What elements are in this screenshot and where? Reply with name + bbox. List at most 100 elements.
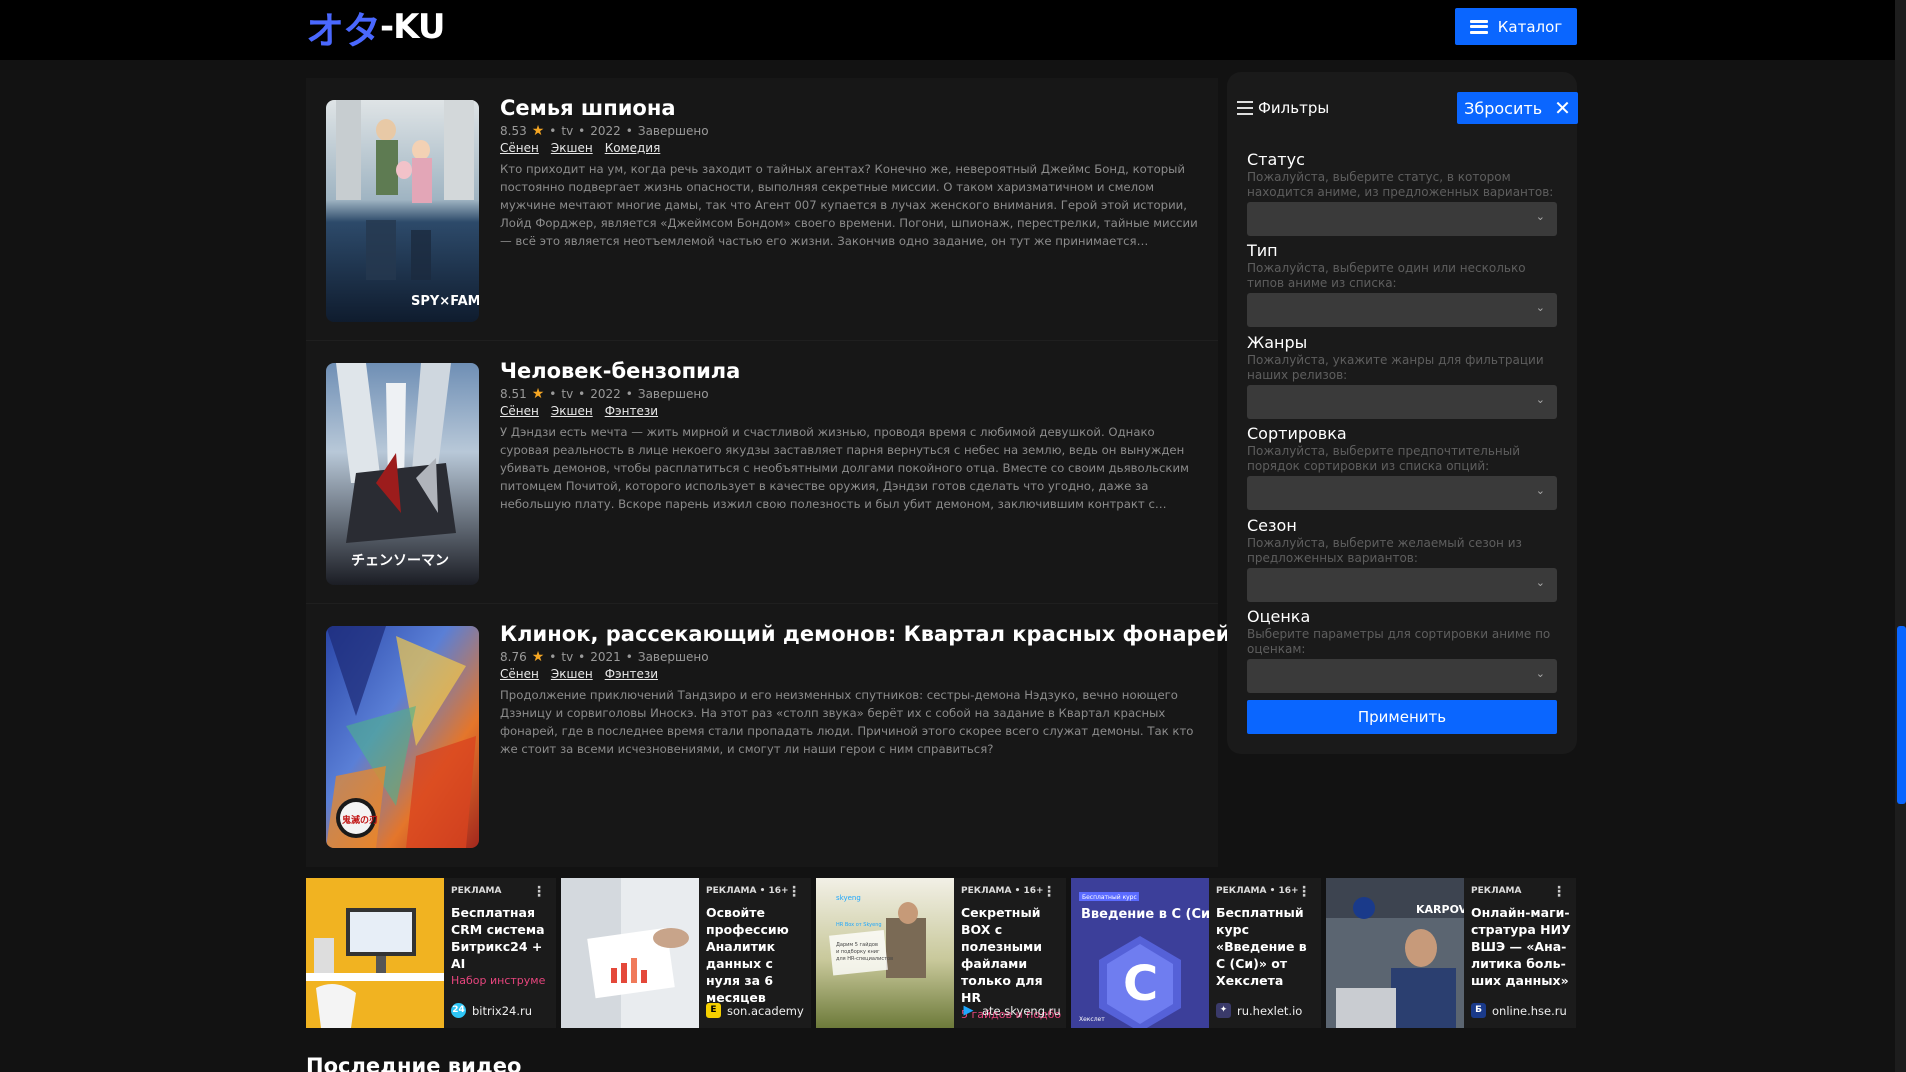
filter-hint: Пожалуйста, выберите один или несколько … (1247, 261, 1526, 290)
star-icon: ★ (531, 649, 545, 665)
ad-site[interactable]: ✦ ru.hexlet.io (1216, 1003, 1302, 1018)
anime-meta: 8.53 ★ • tv • 2022 • Завершено (500, 123, 709, 139)
ad-site-label: ate.skyeng.ru (982, 1003, 1061, 1018)
ad-site[interactable]: 24 bitrix24.ru (451, 1003, 532, 1018)
more-options-icon[interactable]: ⋮ (787, 884, 801, 900)
svg-text:C: C (1123, 956, 1158, 1012)
rating-value: 8.76 (500, 650, 527, 664)
rating-value: 8.53 (500, 124, 527, 138)
filter-label: Сортировка (1247, 424, 1347, 443)
logo-ku: -KU (380, 7, 445, 47)
ad-image: Бесплатный курс Введение в С (Си) C Хекс… (1071, 878, 1216, 1028)
genre-link[interactable]: Сёнен (500, 667, 539, 681)
genre-link[interactable]: Экшен (551, 141, 593, 155)
site-logo[interactable]: オタ -KU (306, 2, 445, 53)
scrollbar-thumb[interactable] (1897, 626, 1906, 804)
genre-link[interactable]: Экшен (551, 404, 593, 418)
chevron-down-icon: ⌄ (1535, 667, 1545, 680)
more-options-icon[interactable]: ⋮ (1552, 884, 1566, 900)
more-options-icon[interactable]: ⋮ (532, 884, 546, 900)
chevron-down-icon: ⌄ (1535, 484, 1545, 497)
ad-site[interactable]: E son.academy (706, 1003, 804, 1018)
ad-image (561, 878, 699, 1028)
anime-status: Завершено (637, 650, 709, 664)
ad-block[interactable]: Бесплатный курс Введение в С (Си) C Хекс… (1071, 878, 1321, 1028)
more-options-icon[interactable]: ⋮ (1042, 884, 1056, 900)
anime-title[interactable]: Семья шпиона (500, 96, 676, 120)
status-select[interactable]: ⌄ (1247, 202, 1557, 236)
ad-title: Бесплатная CRM система Битрикс24 + AI (451, 905, 545, 971)
filter-hint: Пожалуйста, выберите статус, в котором н… (1247, 170, 1554, 199)
ad-site-label: online.hse.ru (1492, 1003, 1567, 1018)
ad-site-label: son.academy (727, 1003, 804, 1018)
rating-select[interactable]: ⌄ (1247, 659, 1557, 693)
svg-text:Введение в С (Си): Введение в С (Си) (1081, 907, 1209, 922)
filter-hint: Выберите параметры для сортировки аниме … (1247, 627, 1551, 656)
ad-site[interactable]: ▶ ate.skyeng.ru (961, 1003, 1061, 1018)
filter-hint: Пожалуйста, выберите желаемый сезон из п… (1247, 536, 1522, 565)
anime-card[interactable]: チェンソーマン Человек-бензопила 8.51 ★ • tv • … (306, 341, 1218, 604)
anime-poster[interactable]: チェンソーマン (326, 363, 479, 585)
ad-image: KARPOV.CO (1326, 878, 1487, 1028)
anime-type: tv (561, 387, 574, 401)
anime-title[interactable]: Человек-бензопила (500, 359, 740, 383)
type-select[interactable]: ⌄ (1247, 293, 1557, 327)
close-icon: ✕ (1554, 96, 1571, 120)
anime-card[interactable]: 鬼滅の刃 Клинок, рассекающий демонов: Кварта… (306, 604, 1231, 867)
catalog-button[interactable]: Каталог (1455, 8, 1577, 45)
svg-text:Бесплатный курс: Бесплатный курс (1082, 894, 1137, 901)
page-scrollbar[interactable] (1895, 0, 1906, 1072)
svg-text:鬼滅の刃: 鬼滅の刃 (342, 814, 378, 826)
filter-label: Сезон (1247, 516, 1297, 535)
star-icon: ★ (531, 386, 545, 402)
reset-button[interactable]: Збросить ✕ (1457, 92, 1578, 124)
sort-select[interactable]: ⌄ (1247, 476, 1557, 510)
anime-card[interactable]: SPY×FAMILY Семья шпиона 8.53 ★ • tv • 20… (306, 78, 1218, 341)
genres-select[interactable]: ⌄ (1247, 385, 1557, 419)
genre-link[interactable]: Фэнтези (605, 404, 658, 418)
chevron-down-icon: ⌄ (1535, 210, 1545, 223)
sliders-icon (1237, 101, 1253, 115)
more-options-icon[interactable]: ⋮ (1297, 884, 1311, 900)
ad-site[interactable]: Б online.hse.ru (1471, 1003, 1567, 1018)
svg-text:Дарим 5 гайдов: Дарим 5 гайдов (836, 941, 878, 948)
genre-link[interactable]: Фэнтези (605, 667, 658, 681)
anime-year: 2022 (590, 387, 621, 401)
ad-image (306, 878, 444, 1028)
genre-link[interactable]: Сёнен (500, 141, 539, 155)
filter-season: Сезон Пожалуйста, выберите желаемый сезо… (1247, 516, 1557, 602)
svg-text:для HR-специалистов: для HR-специалистов (836, 956, 893, 962)
anime-title[interactable]: Клинок, рассекающий демонов: Квартал кра… (500, 622, 1231, 646)
bitrix-icon: 24 (451, 1003, 466, 1018)
anime-poster[interactable]: SPY×FAMILY (326, 100, 479, 322)
ad-block[interactable]: РЕКЛАМА Бесплатная CRM система Битрикс24… (306, 878, 556, 1028)
genre-link[interactable]: Комедия (605, 141, 661, 155)
anime-status: Завершено (637, 124, 709, 138)
anime-poster[interactable]: 鬼滅の刃 (326, 626, 479, 848)
anime-description: У Дэндзи есть мечта — жить мирной и счас… (500, 425, 1189, 511)
ad-title: Секретный BOX с полезными файлами только… (961, 905, 1043, 1005)
ad-block[interactable]: KARPOV.CO РЕКЛАМА Онлайн-маги-стратура Н… (1326, 878, 1576, 1028)
hse-icon: Б (1471, 1003, 1486, 1018)
filter-label: Оценка (1247, 607, 1311, 626)
season-select[interactable]: ⌄ (1247, 568, 1557, 602)
apply-button[interactable]: Применить (1247, 700, 1557, 734)
ad-block[interactable]: РЕКЛАМА • 16+ Освойте профессию Аналитик… (561, 878, 811, 1028)
filter-rating: Оценка Выберите параметры для сортировки… (1247, 607, 1557, 693)
filter-hint: Пожалуйста, укажите жанры для фильтрации… (1247, 353, 1544, 382)
svg-text:skyeng: skyeng (836, 894, 861, 902)
rating-value: 8.51 (500, 387, 527, 401)
menu-icon (1469, 19, 1488, 34)
ad-site-label: bitrix24.ru (472, 1003, 533, 1018)
svg-text:KARPOV.CO: KARPOV.CO (1416, 903, 1464, 916)
anime-meta: 8.51 ★ • tv • 2022 • Завершено (500, 386, 709, 402)
anime-list: SPY×FAMILY Семья шпиона 8.53 ★ • tv • 20… (306, 78, 1231, 867)
chevron-down-icon: ⌄ (1535, 576, 1545, 589)
ad-block[interactable]: skyeng HR Box от Skyeng Дарим 5 гайдов и… (816, 878, 1066, 1028)
skyeng-icon: ▶ (963, 1003, 974, 1018)
genre-link[interactable]: Сёнен (500, 404, 539, 418)
anime-description: Кто приходит на ум, когда речь заходит о… (500, 162, 1198, 248)
svg-text:SPY×FAMILY: SPY×FAMILY (411, 294, 479, 309)
genre-link[interactable]: Экшен (551, 667, 593, 681)
anime-meta: 8.76 ★ • tv • 2021 • Завершено (500, 649, 709, 665)
